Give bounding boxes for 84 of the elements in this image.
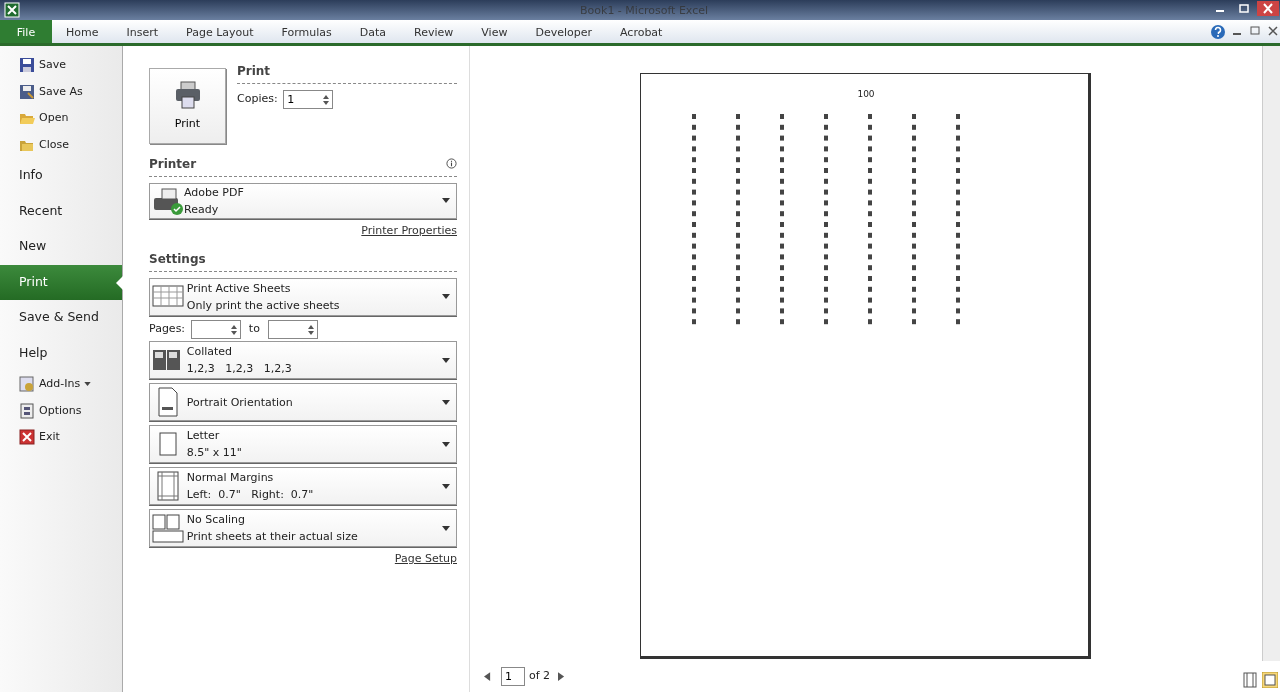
settings-dropdown[interactable]: Normal Margins Left: 0.7" Right: 0.7": [149, 467, 457, 506]
section-heading: Settings: [149, 250, 457, 272]
spinner-arrows-icon[interactable]: [307, 323, 316, 336]
printer-name: Adobe PDF: [184, 184, 244, 201]
settings-dropdown[interactable]: Collated 1,2,3 1,2,3 1,2,3: [149, 341, 457, 380]
copies-label: Copies:: [237, 90, 278, 107]
to-label: to: [247, 320, 261, 337]
option-subtitle: Print sheets at their actual size: [186, 529, 358, 546]
settings-dropdown[interactable]: Letter 8.5" x 11": [149, 425, 457, 464]
help-icon[interactable]: [1210, 24, 1226, 40]
window-title: Book1 - Microsoft Excel: [580, 3, 709, 19]
nav-item[interactable]: Recent: [0, 193, 122, 229]
caret-icon: [442, 525, 450, 531]
excel-logo-icon[interactable]: [4, 2, 20, 18]
settings-dropdown[interactable]: No Scaling Print sheets at their actual size: [149, 509, 457, 548]
caret-icon: [442, 399, 450, 405]
page-header-text: 100: [857, 88, 875, 101]
settings-dropdown[interactable]: Portrait Orientation: [149, 383, 457, 422]
nav-item[interactable]: Add-Ins: [0, 371, 122, 398]
printer-ready-icon: [152, 185, 184, 216]
printer-status: Ready: [184, 201, 220, 218]
ribbon-tab[interactable]: View: [467, 20, 522, 43]
close-icon[interactable]: [1266, 24, 1280, 38]
pages-label: Pages:: [149, 320, 186, 337]
caret-icon: [442, 294, 450, 299]
next-page-icon[interactable]: [558, 671, 566, 681]
ribbon-tab[interactable]: Home: [52, 20, 113, 43]
info-icon[interactable]: [446, 158, 457, 169]
ribbon-tab[interactable]: Data: [345, 20, 401, 43]
ribbon-tab[interactable]: Developer: [521, 20, 606, 43]
nav-item[interactable]: Exit: [0, 424, 122, 451]
printer-dropdown[interactable]: Adobe PDF Ready: [149, 182, 457, 219]
ribbon-tab[interactable]: Insert: [112, 20, 173, 43]
zoom-to-page-icon[interactable]: [1262, 672, 1278, 688]
page-from-field[interactable]: [190, 319, 241, 339]
nav-item[interactable]: Save: [0, 52, 122, 79]
previous-page-icon[interactable]: [484, 671, 491, 681]
sheet-icon: [19, 402, 35, 419]
section-heading: Printer: [149, 156, 197, 173]
nav-item[interactable]: Options: [0, 397, 122, 424]
option-title: Portrait Orientation: [186, 394, 293, 411]
nav-item[interactable]: Close: [0, 131, 122, 158]
nav-item[interactable]: Print: [0, 264, 122, 300]
printer-properties-link[interactable]: Printer Properties: [361, 223, 457, 237]
scaling-pages-icon: [152, 513, 184, 544]
page-to-field[interactable]: [268, 319, 319, 339]
spinner-arrows-icon[interactable]: [229, 323, 238, 336]
nav-item[interactable]: Save As: [0, 78, 122, 105]
nav-item[interactable]: Help: [0, 335, 122, 371]
option-subtitle: Only print the active sheets: [186, 297, 340, 314]
page-count: of 2: [529, 667, 551, 684]
caret-icon: [442, 483, 450, 489]
nav-item[interactable]: New: [0, 229, 122, 265]
settings-dropdown[interactable]: Print Active Sheets Only print the active sheets: [149, 277, 457, 316]
option-title: Collated: [186, 344, 234, 361]
caret-icon: [442, 441, 450, 447]
show-margins-icon[interactable]: [1242, 672, 1258, 688]
ribbon-tab[interactable]: Formulas: [267, 20, 346, 43]
disk-pencil-icon: [19, 83, 35, 100]
option-title: No Scaling: [186, 512, 247, 529]
option-subtitle: 8.5" x 11": [186, 445, 242, 462]
option-subtitle: 1,2,3 1,2,3 1,2,3: [186, 361, 292, 378]
option-title: Print Active Sheets: [186, 280, 292, 297]
ribbon-tab[interactable]: File: [0, 20, 52, 43]
ribbon-tab[interactable]: Acrobat: [606, 20, 677, 43]
page-number-field[interactable]: 1: [501, 666, 525, 686]
print-button[interactable]: Print: [149, 68, 226, 144]
spinner-arrows-icon[interactable]: [322, 93, 331, 106]
option-subtitle: Left: 0.7" Right: 0.7": [186, 487, 314, 504]
exit-icon: [19, 429, 35, 446]
option-title: Letter: [186, 428, 221, 445]
nav-item[interactable]: Save & Send: [0, 300, 122, 336]
nav-item[interactable]: Open: [0, 105, 122, 132]
caret-icon: [442, 198, 450, 203]
copies-field[interactable]: 1: [283, 89, 334, 109]
section-heading: Print: [237, 62, 457, 84]
scrollbar[interactable]: [1262, 46, 1280, 661]
caret-icon: [442, 357, 450, 363]
ribbon-tab[interactable]: Review: [400, 20, 468, 43]
nav-item[interactable]: Info: [0, 158, 122, 194]
close-icon[interactable]: [1256, 0, 1280, 17]
ribbon-tab[interactable]: Page Layout: [172, 20, 268, 43]
page-setup-link[interactable]: Page Setup: [394, 552, 457, 566]
option-title: Normal Margins: [186, 470, 275, 487]
